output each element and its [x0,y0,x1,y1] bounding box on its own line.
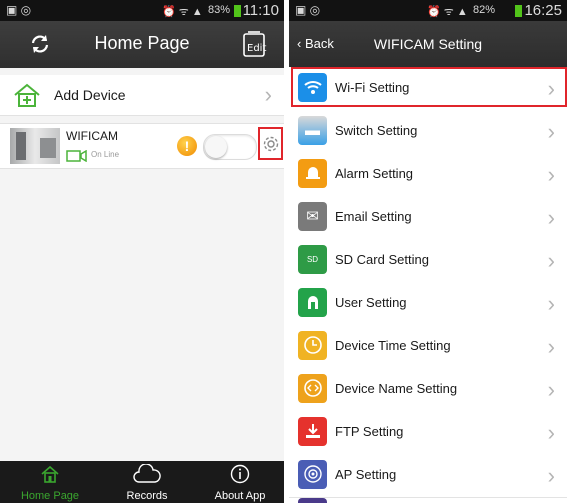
home-icon [40,465,60,488]
cloud-icon [133,463,161,489]
add-device-row[interactable]: Add Device › [0,75,284,116]
code-icon [298,374,327,403]
device-toggle[interactable] [203,134,257,160]
user-icon [298,288,327,317]
clock-icon [298,331,327,360]
battery-icon [515,5,523,18]
home-page-screen: ▣ ◎ ⏰ ᯤ ▲ 83% 11:10 Home Page Edit Add D… [0,0,284,503]
nav-home-page[interactable]: Home Page [5,461,95,503]
setting-label: SD Card Setting [335,252,429,267]
chevron-right-icon: › [547,204,555,230]
settings-highlight [258,127,283,160]
status-time: 11:10 [242,2,279,19]
setting-label: Email Setting [335,209,412,224]
device-row[interactable]: WIFICAM On Line ! [0,123,284,169]
chevron-right-icon: › [547,118,555,144]
setting-label: AP Setting [335,467,397,482]
battery-percent: 83% [208,4,231,16]
setting-label: Alarm Setting [335,166,414,181]
partial-next-setting-icon [298,498,327,503]
camera-icon [66,149,88,167]
status-notification-icons: ▣ ◎ [6,3,32,17]
setting-label: User Setting [335,295,407,310]
warning-icon[interactable]: ! [177,136,197,156]
status-bar: ▣ ◎ ⏰ ᯤ ▲ 83% 11:10 [0,0,284,21]
setting-label: Device Time Setting [335,338,451,353]
setting-row-user[interactable]: User Setting › [289,282,567,326]
chevron-right-icon: › [547,419,555,445]
edit-icon[interactable]: Edit [242,30,268,63]
setting-row-device-time[interactable]: Device Time Setting › [289,325,567,369]
nav-home-page-label: Home Page [20,490,80,502]
add-home-icon [12,83,42,112]
chevron-right-icon: › [264,82,272,107]
nav-about-app[interactable]: About App [195,461,284,503]
setting-row-device-name[interactable]: Device Name Setting › [289,368,567,412]
title-bar: ‹ Back WIFICAM Setting [289,21,567,68]
setting-row-ftp[interactable]: FTP Setting › [289,411,567,455]
setting-label: Device Name Setting [335,381,458,396]
device-name: WIFICAM [66,129,118,143]
chevron-right-icon: › [547,290,555,316]
battery-icon [233,5,241,18]
setting-row-sd-card[interactable]: SD SD Card Setting › [289,239,567,283]
nav-records-label: Records [126,490,168,502]
envelope-icon: ✉ [298,202,327,231]
nav-about-app-label: About App [214,490,266,502]
bell-icon [298,159,327,188]
chevron-right-icon: › [547,247,555,273]
download-icon [298,417,327,446]
setting-label: FTP Setting [335,424,404,439]
wifi-setting-highlight [291,67,567,107]
device-thumbnail[interactable] [10,128,60,164]
setting-row-switch[interactable]: ▬ Switch Setting › [289,110,567,154]
sd-card-icon: SD [298,245,327,274]
chevron-right-icon: › [547,462,555,488]
chevron-right-icon: › [547,376,555,402]
info-icon [230,464,250,489]
setting-row-alarm[interactable]: Alarm Setting › [289,153,567,197]
chevron-right-icon: › [547,161,555,187]
setting-row-email[interactable]: ✉ Email Setting › [289,196,567,240]
page-title: WIFICAM Setting [373,36,483,52]
status-time: 16:25 [524,2,562,19]
switch-icon: ▬ [298,116,327,145]
status-bar: ▣ ◎ ⏰ ᯤ ▲ 82% 16:25 [289,0,567,21]
chevron-right-icon: › [547,333,555,359]
nav-records[interactable]: Records [102,461,192,503]
setting-label: Switch Setting [335,123,418,138]
ap-icon [298,460,327,489]
wificam-setting-screen: ▣ ◎ ⏰ ᯤ ▲ 82% 16:25 ‹ Back WIFICAM Setti… [289,0,567,503]
bottom-nav: Home Page Records About App [0,461,284,503]
svg-text:Edit: Edit [247,43,266,54]
add-device-label: Add Device [54,87,126,103]
battery-percent: 82% [473,4,496,16]
status-system-icons: ⏰ ᯤ ▲ [162,6,203,18]
status-notification-icons: ▣ ◎ [295,3,321,17]
setting-row-ap[interactable]: AP Setting › [289,454,567,498]
device-status: On Line [91,150,120,159]
status-system-icons: ⏰ ᯤ ▲ [427,6,468,18]
title-bar: Home Page Edit [0,21,284,68]
